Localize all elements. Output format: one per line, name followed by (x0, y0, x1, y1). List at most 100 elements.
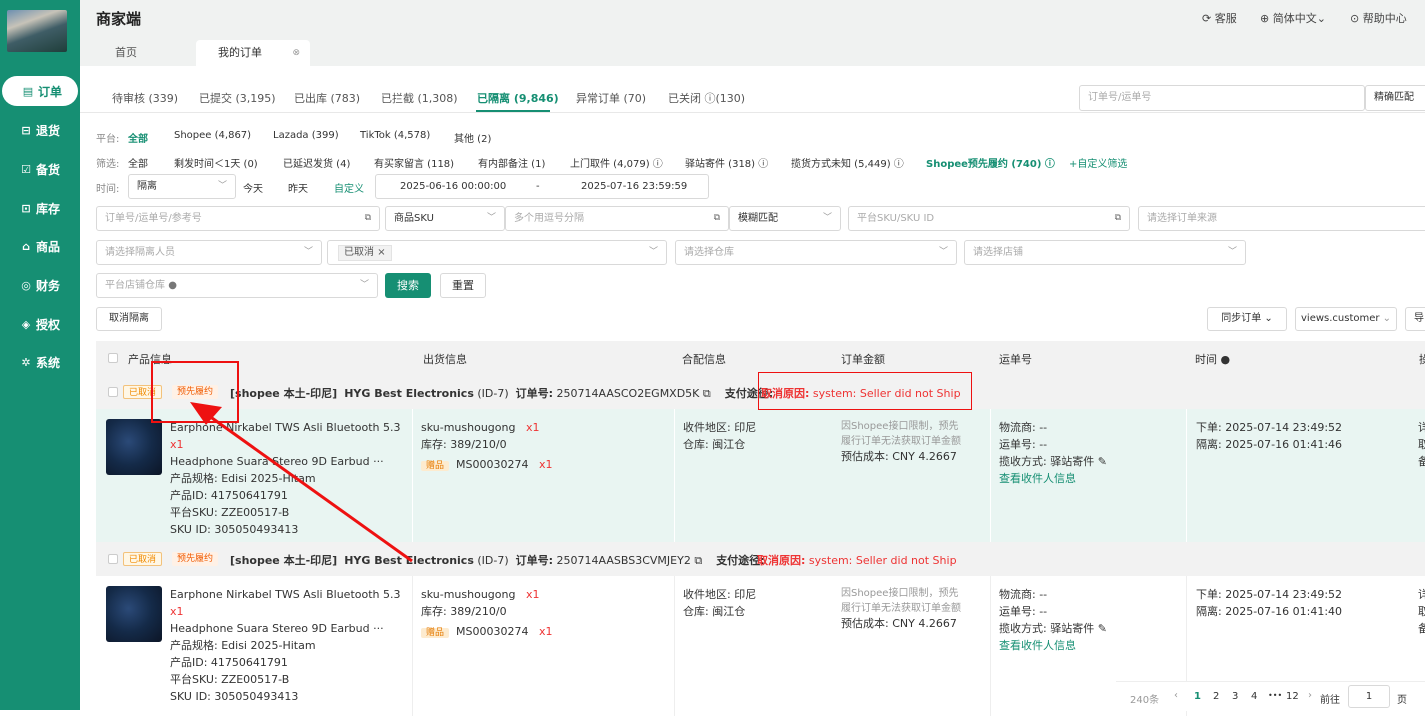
page-3[interactable]: 3 (1232, 691, 1238, 702)
platform-all[interactable]: 全部 (128, 130, 148, 145)
date-range-picker[interactable]: 2025-06-16 00:00:00-2025-07-16 23:59:59 (375, 174, 709, 199)
product-info: Earphone Nirkabel TWS Asli Bluetooth 5.3… (170, 586, 410, 705)
paste-icon[interactable]: ⧉ (365, 207, 371, 230)
platform-other[interactable]: 其他 (2) (454, 130, 491, 145)
detail-link[interactable]: 详 (1418, 586, 1425, 603)
add-custom-filter-link[interactable]: +自定义筛选 (1069, 155, 1127, 170)
cancel-link[interactable]: 取 (1418, 603, 1425, 620)
close-icon[interactable]: × (377, 247, 385, 258)
ellipsis[interactable]: ••• (1268, 691, 1282, 700)
paste-icon[interactable]: ⧉ (714, 207, 720, 230)
sidebar-item-inventory[interactable]: ⊡库存 (0, 193, 80, 223)
order-number-input[interactable]: 订单号/运单号/参考号⧉ (96, 206, 380, 231)
screen-internal-note[interactable]: 有内部备注 (1) (478, 155, 545, 170)
sidebar-item-return[interactable]: ⊟退货 (0, 115, 80, 145)
time-custom[interactable]: 自定义 (334, 180, 364, 195)
order-number: 250714AASBS3CVMJEY2 (557, 554, 691, 567)
sku-type-select[interactable]: 商品SKU﹀ (385, 206, 505, 231)
view-recipient-link[interactable]: 查看收件人信息 (999, 637, 1107, 654)
cancel-link[interactable]: 取 (1418, 436, 1425, 453)
reset-button[interactable]: 重置 (440, 273, 486, 298)
tab-my-orders[interactable]: 我的订单⊗ (196, 40, 310, 66)
time-today[interactable]: 今天 (243, 180, 263, 195)
order-search-input[interactable]: 订单号/运单号 (1079, 85, 1365, 111)
tab-home[interactable]: 首页 (97, 40, 137, 66)
status-tab-exception[interactable]: 异常订单 (70) (576, 90, 646, 106)
page-2[interactable]: 2 (1213, 691, 1219, 702)
chevron-down-icon: ﹀ (304, 241, 313, 264)
divider (674, 576, 675, 716)
order-checkbox[interactable] (108, 387, 118, 397)
help-center-link[interactable]: ⊙ 帮助中心 (1350, 10, 1407, 26)
status-tab-isolated[interactable]: 已隔离 (9,846) (477, 90, 559, 106)
sidebar-item-order[interactable]: ▤订单 (2, 76, 78, 106)
cancel-reason: 取消原因: system: Seller did not Ship (761, 385, 961, 401)
sidebar-item-system[interactable]: ✲系统 (0, 347, 80, 377)
prev-page-icon[interactable]: ‹ (1174, 690, 1178, 701)
export-button[interactable]: 导 (1405, 307, 1425, 331)
order-source-select[interactable]: 请选择订单来源 (1138, 206, 1425, 231)
order-group-header: 已取消 预先履约 [shopee 本土-印尼] HYG Best Electro… (96, 542, 1425, 576)
note-link[interactable]: 备 (1418, 620, 1425, 637)
product-info: Earphone Nirkabel TWS Asli Bluetooth 5.3… (170, 419, 410, 538)
screen-pickup[interactable]: 上门取件 (4,079) ⓘ (570, 155, 663, 170)
edit-icon[interactable]: ✎ (1098, 455, 1107, 468)
status-tab-intercepted[interactable]: 已拦截 (1,308) (381, 90, 458, 106)
page-4[interactable]: 4 (1251, 691, 1257, 702)
detail-link[interactable]: 详 (1418, 419, 1425, 436)
screen-dropoff[interactable]: 驿站寄件 (318) ⓘ (685, 155, 768, 170)
match-mode-select[interactable]: 精确匹配 (1365, 85, 1425, 111)
sidebar-item-finance[interactable]: ◎财务 (0, 270, 80, 300)
match-type-select[interactable]: 模糊匹配﹀ (729, 206, 841, 231)
close-icon[interactable]: ⊗ (292, 40, 300, 66)
sync-order-button[interactable]: 同步订单 ⌄ (1207, 307, 1287, 331)
screen-shopee-prefulfil[interactable]: Shopee预先履约 (740) ⓘ (926, 155, 1055, 170)
screen-all[interactable]: 全部 (128, 155, 148, 170)
select-all-checkbox[interactable] (108, 353, 118, 363)
isolator-select[interactable]: 请选择隔离人员﹀ (96, 240, 322, 265)
copy-icon[interactable]: ⧉ (703, 387, 711, 400)
sidebar-item-product[interactable]: ⌂商品 (0, 231, 80, 261)
customer-service-link[interactable]: ⟳ 客服 (1202, 10, 1237, 26)
page-1[interactable]: 1 (1194, 691, 1201, 702)
goto-page-input[interactable]: 1 (1348, 685, 1390, 708)
status-tab-submitted[interactable]: 已提交 (3,195) (199, 90, 276, 106)
view-select[interactable]: views.customer⌄ (1295, 307, 1397, 331)
platform-shopee[interactable]: Shopee (4,867) (174, 130, 251, 141)
screen-unknown-pickup[interactable]: 揽货方式未知 (5,449) ⓘ (791, 155, 904, 170)
top-bar: 商家端 ⟳ 客服 ⊕ 简体中文⌄ ⊙ 帮助中心 (80, 0, 1425, 34)
sidebar-item-auth[interactable]: ◈授权 (0, 309, 80, 339)
screen-ship-time[interactable]: 剩发时间＜1天 (0) (174, 155, 258, 170)
prefulfil-badge: 预先履约 (172, 552, 218, 566)
status-tab-shipped[interactable]: 已出库 (783) (294, 90, 360, 106)
search-button[interactable]: 搜索 (385, 273, 431, 298)
language-selector[interactable]: ⊕ 简体中文⌄ (1260, 10, 1326, 26)
note-link[interactable]: 备 (1418, 453, 1425, 470)
next-page-icon[interactable]: › (1308, 690, 1312, 701)
main-content: 待审核 (339) 已提交 (3,195) 已出库 (783) 已拦截 (1,3… (80, 66, 1425, 710)
screen-delayed[interactable]: 已延迟发货 (4) (283, 155, 350, 170)
platform-warehouse-select[interactable]: 平台店铺仓库 ●﹀ (96, 273, 378, 298)
status-multi-select[interactable]: 已取消 ×﹀ (327, 240, 667, 265)
paste-icon[interactable]: ⧉ (1115, 207, 1121, 230)
status-tab-closed[interactable]: 已关闭 ⓘ(130) (668, 90, 745, 106)
copy-icon[interactable]: ⧉ (694, 554, 702, 567)
warehouse-select[interactable]: 请选择仓库﹀ (675, 240, 957, 265)
page-12[interactable]: 12 (1286, 691, 1299, 702)
cancel-isolation-button[interactable]: 取消隔离 (96, 307, 162, 331)
sidebar-item-stock[interactable]: ☑备货 (0, 154, 80, 184)
status-tab-pending[interactable]: 待审核 (339) (112, 90, 178, 106)
order-checkbox[interactable] (108, 554, 118, 564)
time-type-select[interactable]: 隔离﹀ (128, 174, 236, 199)
screen-buyer-msg[interactable]: 有买家留言 (118) (374, 155, 454, 170)
order-group-header: 已取消 预先履约 [shopee 本土-印尼] HYG Best Electro… (96, 375, 1425, 409)
sku-input[interactable]: 多个用逗号分隔⧉ (505, 206, 729, 231)
edit-icon[interactable]: ✎ (1098, 622, 1107, 635)
platform-tiktok[interactable]: TikTok (4,578) (360, 130, 430, 141)
platform-lazada[interactable]: Lazada (399) (273, 130, 339, 141)
view-recipient-link[interactable]: 查看收件人信息 (999, 470, 1107, 487)
platform-sku-input[interactable]: 平台SKU/SKU ID⧉ (848, 206, 1130, 231)
help-icon: ⊙ (1350, 12, 1359, 25)
time-yesterday[interactable]: 昨天 (288, 180, 308, 195)
store-select[interactable]: 请选择店铺﹀ (964, 240, 1246, 265)
